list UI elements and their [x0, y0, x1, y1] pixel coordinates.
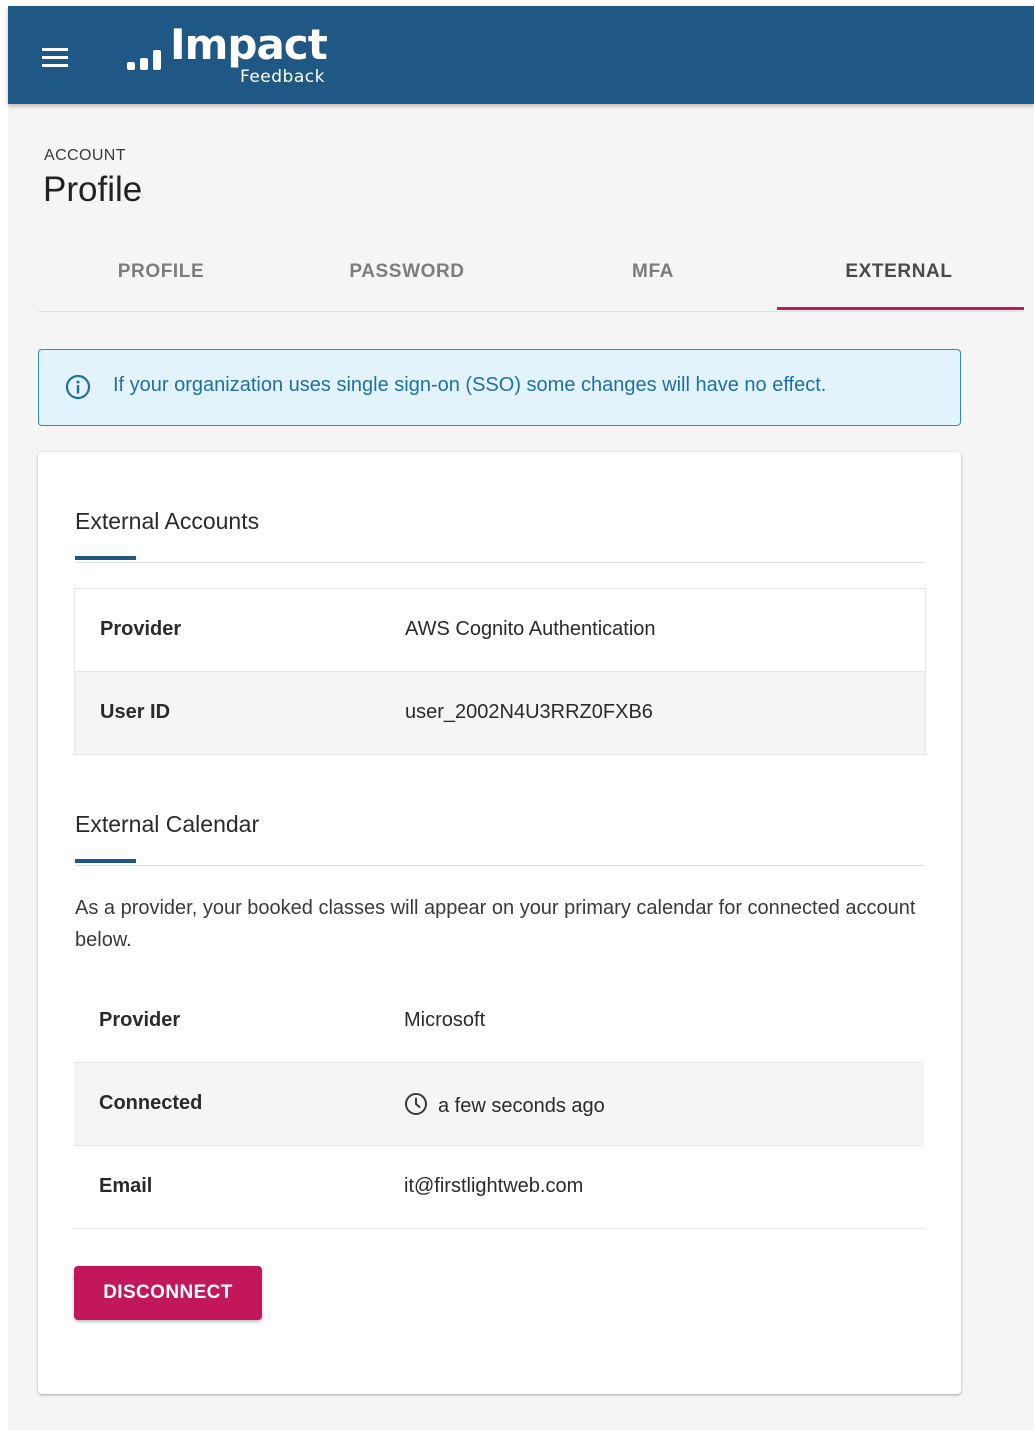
row-value: AWS Cognito Authentication [405, 618, 656, 640]
external-accounts-table: Provider AWS Cognito Authentication User… [74, 588, 926, 755]
info-icon [65, 374, 91, 400]
tab-bar: PROFILE PASSWORD MFA EXTERNAL [38, 242, 1024, 312]
logo[interactable]: Impact Feedback [124, 22, 354, 92]
page: Impact Feedback ACCOUNT Profile PROFILE … [8, 6, 1034, 1430]
external-calendar-heading: External Calendar [75, 811, 260, 837]
row-value: a few seconds ago [404, 1092, 605, 1118]
external-accounts-heading: External Accounts [75, 508, 260, 534]
active-tab-indicator [777, 307, 1024, 310]
row-key: Connected [99, 1092, 203, 1114]
row-key: Email [99, 1175, 153, 1197]
alert-message: If your organization uses single sign-on… [113, 374, 827, 396]
table-row: Email it@firstlightweb.com [74, 1146, 924, 1229]
table-row: Connected a few seconds ago [74, 1063, 924, 1146]
hamburger-menu-icon [42, 48, 68, 51]
table-row: Provider Microsoft [74, 980, 924, 1063]
menu-button[interactable] [34, 39, 74, 75]
tab-external[interactable]: EXTERNAL [776, 242, 1022, 309]
tab-profile[interactable]: PROFILE [38, 242, 284, 309]
logo-subtext: Feedback [240, 67, 325, 87]
logo-wordmark: Impact [170, 20, 328, 69]
row-key: Provider [99, 1009, 181, 1031]
disconnect-button[interactable]: DISCONNECT [74, 1266, 262, 1320]
external-card: External Accounts Provider AWS Cognito A… [38, 452, 961, 1394]
clock-icon [405, 1093, 427, 1115]
connected-time: a few seconds ago [438, 1095, 605, 1117]
signal-bars-icon [127, 50, 161, 70]
section-divider [75, 865, 925, 866]
row-key: User ID [100, 701, 171, 723]
info-alert: If your organization uses single sign-on… [38, 349, 961, 426]
row-key: Provider [100, 618, 182, 640]
app-bar: Impact Feedback [8, 6, 1034, 104]
row-value: it@firstlightweb.com [404, 1175, 584, 1197]
section-accent-bar [75, 556, 136, 560]
table-row: Provider AWS Cognito Authentication [75, 589, 925, 672]
tab-password[interactable]: PASSWORD [284, 242, 530, 309]
row-value: Microsoft [404, 1009, 486, 1031]
section-divider [75, 562, 925, 563]
external-calendar-table: Provider Microsoft Connected a few secon… [74, 980, 924, 1229]
breadcrumb-overline: ACCOUNT [44, 147, 126, 164]
tab-mfa[interactable]: MFA [530, 242, 776, 309]
calendar-description: As a provider, your booked classes will … [75, 897, 916, 951]
section-accent-bar [75, 859, 136, 863]
table-row: User ID user_2002N4U3RRZ0FXB6 [75, 672, 925, 754]
row-value: user_2002N4U3RRZ0FXB6 [405, 701, 653, 723]
page-title: Profile [43, 170, 143, 209]
